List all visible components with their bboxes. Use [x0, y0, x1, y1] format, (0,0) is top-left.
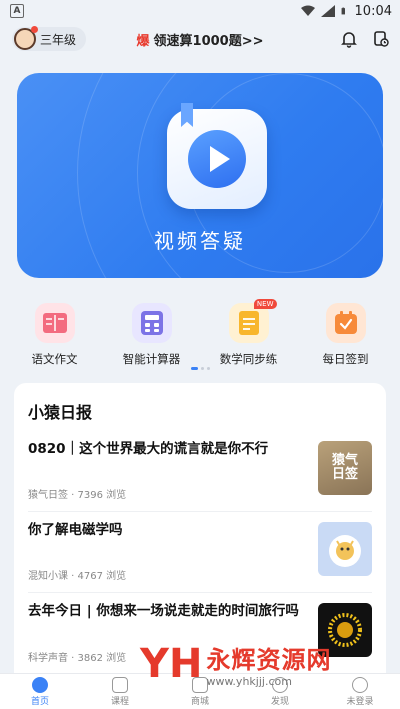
video-play-icon — [167, 103, 267, 209]
news-title: 你了解电磁学吗 — [28, 522, 123, 538]
bottom-tab-bar: 首页 课程 商城 发现 未登录 — [0, 673, 400, 709]
tab-profile[interactable]: 未登录 — [330, 676, 390, 707]
news-meta: 猿气日签 · 7396 浏览 — [28, 490, 127, 501]
tab-label: 发现 — [270, 696, 289, 707]
book-icon — [34, 303, 75, 343]
tab-shop[interactable]: 商城 — [170, 676, 230, 707]
news-thumbnail — [318, 603, 372, 657]
wifi-icon — [300, 5, 315, 16]
signal-icon — [320, 5, 335, 17]
news-thumbnail — [318, 522, 372, 576]
news-meta: 科学声音 · 3862 浏览 — [28, 653, 127, 664]
tab-home[interactable]: 首页 — [10, 676, 70, 707]
tab-label: 商城 — [190, 696, 209, 707]
carousel-dot — [206, 367, 210, 370]
promo-text: 领速算1000题>> — [153, 33, 264, 49]
news-title: 0820｜这个世界最大的谎言就是你不行 — [28, 441, 269, 457]
tab-label: 首页 — [30, 696, 49, 707]
top-bar: 三年级 爆 领速算1000题>> — [0, 22, 400, 56]
status-icons: 10:04 — [300, 3, 392, 19]
avatar — [14, 26, 38, 50]
news-heading: 小猿日报 — [28, 403, 93, 422]
hero-banner-video-qa[interactable]: 视频答疑 — [17, 73, 383, 278]
new-badge: NEW — [253, 299, 277, 309]
user-icon — [352, 676, 368, 693]
feature-label: 每日签到 — [322, 352, 369, 366]
feature-calculator[interactable]: 智能计算器 — [107, 303, 197, 367]
promo-link[interactable]: 爆 领速算1000题>> — [137, 30, 264, 49]
hot-icon: 爆 — [136, 33, 150, 49]
history-icon[interactable] — [372, 30, 390, 48]
calculator-icon — [131, 303, 172, 343]
home-icon — [32, 676, 48, 693]
news-title: 去年今日 | 你想来一场说走就走的时间旅行吗 — [28, 603, 299, 619]
tab-label: 课程 — [110, 696, 129, 707]
play-box-icon — [112, 676, 128, 693]
hero-title: 视频答疑 — [154, 229, 246, 253]
feature-label: 智能计算器 — [122, 352, 181, 366]
feature-chinese-essay[interactable]: 语文作文 — [10, 303, 100, 367]
carousel-dot — [190, 367, 198, 370]
feature-label: 数学同步练 — [219, 352, 278, 366]
tab-courses[interactable]: 课程 — [90, 676, 150, 707]
bell-icon[interactable] — [340, 30, 358, 48]
news-item[interactable]: 0820｜这个世界最大的谎言就是你不行 猿气日签 · 7396 浏览 猿气日签 — [28, 431, 372, 512]
carousel-dot — [200, 367, 204, 370]
compass-icon — [272, 676, 288, 693]
notification-a-icon: A — [10, 4, 24, 18]
feature-math-practice[interactable]: NEW 数学同步练 — [204, 299, 294, 367]
news-thumbnail: 猿气日签 — [318, 441, 372, 495]
shop-icon — [192, 676, 208, 693]
notebook-icon: NEW — [228, 299, 277, 343]
grade-label: 三年级 — [40, 32, 77, 47]
thumb-text: 猿气日签 — [331, 452, 358, 482]
news-meta: 混知小课 · 4767 浏览 — [28, 571, 127, 582]
feature-label: 语文作文 — [31, 352, 78, 366]
battery-icon — [341, 7, 345, 15]
carousel-indicator — [0, 367, 400, 370]
feature-grid: 语文作文 智能计算器 NEW 数学同步练 每日签到 — [0, 299, 400, 367]
tab-discover[interactable]: 发现 — [250, 676, 310, 707]
daily-news-card: 小猿日报 0820｜这个世界最大的谎言就是你不行 猿气日签 · 7396 浏览 … — [14, 383, 386, 673]
calendar-check-icon — [325, 303, 366, 343]
news-item[interactable]: 去年今日 | 你想来一场说走就走的时间旅行吗 科学声音 · 3862 浏览 — [28, 593, 372, 674]
feature-daily-checkin[interactable]: 每日签到 — [301, 303, 391, 367]
status-bar: A 10:04 — [0, 0, 400, 22]
tab-label: 未登录 — [346, 696, 374, 707]
status-time: 10:04 — [354, 3, 392, 19]
grade-selector[interactable]: 三年级 — [12, 26, 87, 51]
news-item[interactable]: 你了解电磁学吗 混知小课 · 4767 浏览 — [28, 512, 372, 593]
